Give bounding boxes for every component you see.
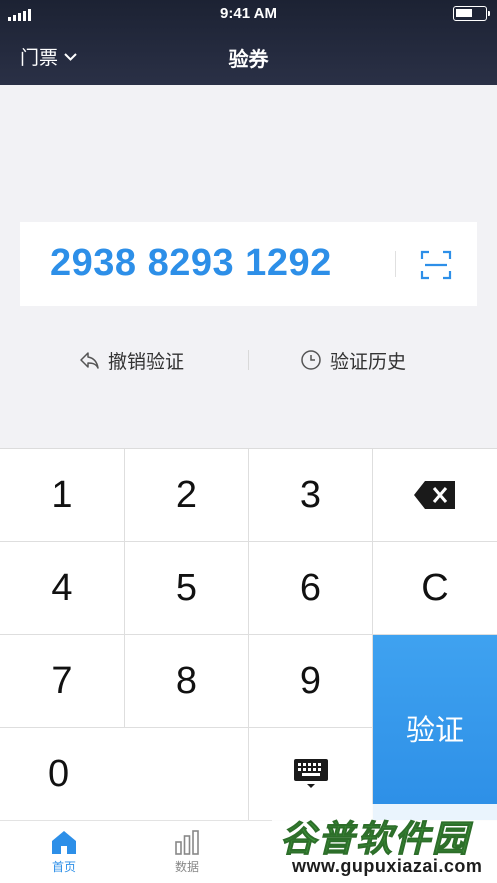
status-bar: 9:41 AM <box>0 0 497 28</box>
verify-history-button[interactable]: 验证历史 <box>300 338 406 382</box>
divider <box>395 251 396 277</box>
tab-home[interactable]: 首页 <box>19 829 109 875</box>
key-1[interactable]: 1 <box>0 449 125 542</box>
key-8[interactable]: 8 <box>125 635 249 728</box>
key-7[interactable]: 7 <box>0 635 125 728</box>
tab-data[interactable]: 数据 <box>142 829 232 875</box>
status-time: 9:41 AM <box>220 5 277 22</box>
backspace-icon <box>414 481 455 509</box>
undo-verify-label: 撤销验证 <box>108 351 185 373</box>
key-2[interactable]: 2 <box>125 449 249 542</box>
page-title: 验券 <box>228 49 269 71</box>
tab-label: 首页 <box>51 860 76 874</box>
key-6[interactable]: 6 <box>249 542 373 635</box>
verify-button[interactable]: 验证 <box>373 635 497 821</box>
clock-icon <box>301 350 321 370</box>
battery-icon <box>453 6 490 21</box>
backspace-key[interactable] <box>373 449 497 542</box>
watermark-url: www.gupuxiazai.com <box>292 856 483 876</box>
key-3[interactable]: 3 <box>249 449 373 542</box>
watermark: 谷普软件园 www.gupuxiazai.com <box>272 804 497 883</box>
bar-chart-icon <box>175 830 199 855</box>
key-9[interactable]: 9 <box>249 635 373 728</box>
key-5[interactable]: 5 <box>125 542 249 635</box>
undo-verify-button[interactable]: 撤销验证 <box>78 338 184 382</box>
divider <box>248 350 249 370</box>
verify-history-label: 验证历史 <box>330 351 407 373</box>
key-4[interactable]: 4 <box>0 542 125 635</box>
key-0[interactable]: 0 <box>0 728 249 821</box>
app-header: 9:41 AM 门票 验券 <box>0 0 497 85</box>
clear-key[interactable]: C <box>373 542 497 635</box>
tab-label: 数据 <box>174 860 199 874</box>
watermark-title: 谷普软件园 <box>279 818 471 860</box>
keyboard-icon <box>293 759 328 788</box>
home-icon <box>52 831 76 854</box>
action-row: 撤销验证 验证历史 <box>0 338 497 382</box>
numeric-keypad: 1 2 3 4 5 6 C 7 8 9 验证 0 <box>0 448 497 821</box>
voucher-code-box[interactable]: 2938 8293 1292 <box>20 222 477 306</box>
voucher-code-input[interactable]: 2938 8293 1292 <box>50 242 332 285</box>
scan-icon[interactable] <box>420 250 452 280</box>
undo-icon <box>80 352 99 369</box>
